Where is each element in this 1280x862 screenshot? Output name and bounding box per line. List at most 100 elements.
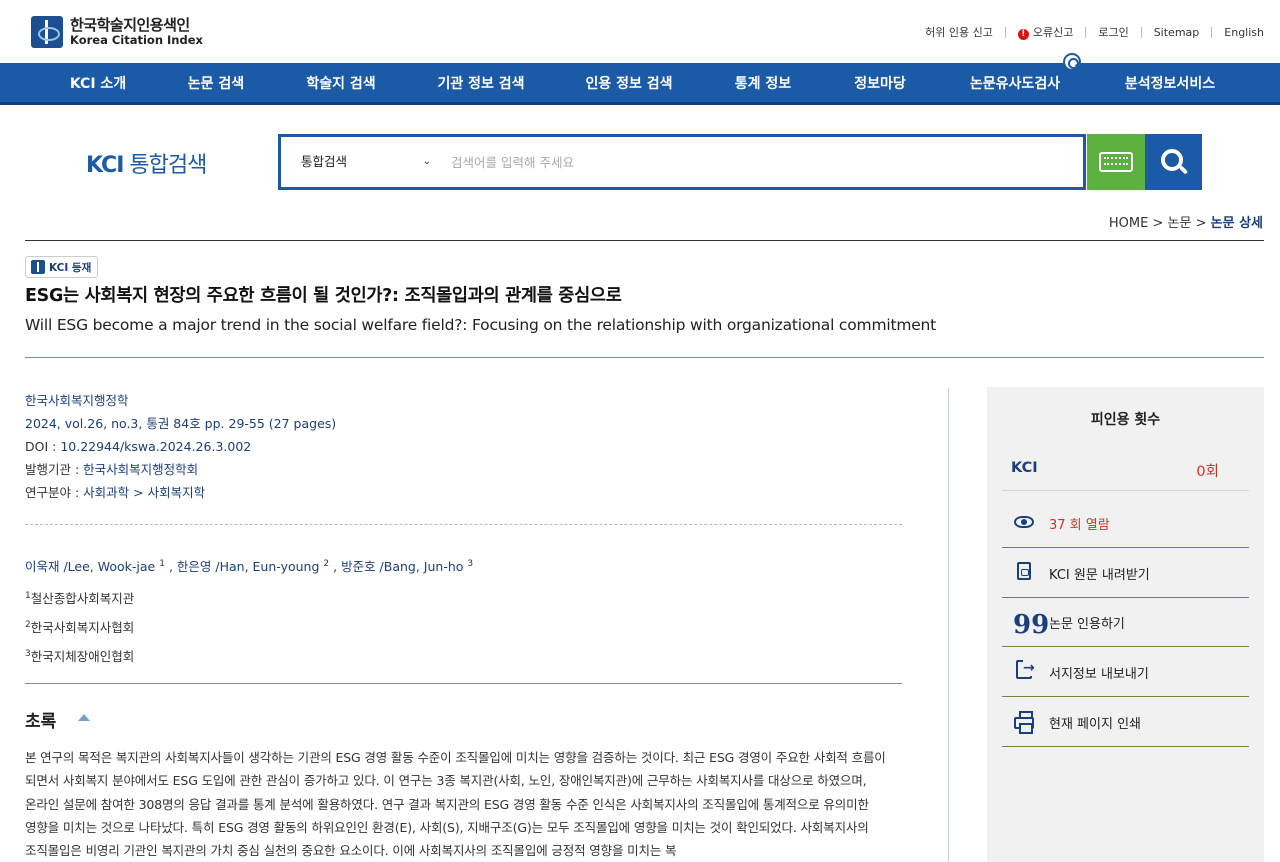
keyboard-icon <box>1099 152 1133 172</box>
error-report-link[interactable]: ! 오류신고 <box>1017 24 1074 40</box>
kci-wordmark: KCI <box>86 153 124 178</box>
download-label: KCI 원문 내려받기 <box>1049 567 1150 583</box>
logo-text: 한국학술지인용색인 Korea Citation Index <box>70 17 203 46</box>
nav-statistics[interactable]: 통계 정보 <box>735 63 791 105</box>
citation-count-heading: 피인용 횟수 <box>1090 412 1161 428</box>
breadcrumb-separator: > <box>1191 216 1211 231</box>
kci-listed-badge: KCI 등재 <box>25 256 99 278</box>
breadcrumb-home[interactable]: HOME <box>1109 216 1148 231</box>
issue-link[interactable]: 2024, vol.26, no.3, 통권 84호 pp. 29-55 (27… <box>25 416 336 431</box>
print-label: 현재 페이지 인쇄 <box>1049 716 1141 732</box>
divider <box>25 240 1264 241</box>
kci-logo-icon <box>31 16 63 48</box>
error-report-label: 오류신고 <box>1032 26 1074 39</box>
search-icon <box>1160 149 1183 171</box>
login-link[interactable]: 로그인 <box>1098 24 1128 40</box>
divider <box>25 524 902 525</box>
divider <box>25 683 902 684</box>
nav-kci-intro[interactable]: KCI 소개 <box>70 63 126 105</box>
utility-links: 허위 인용 신고 ! 오류신고 로그인 Sitemap English <box>925 24 1264 40</box>
alert-icon: ! <box>1017 29 1029 40</box>
main-nav: KCI 소개 논문 검색 학술지 검색 기관 정보 검색 인용 정보 검색 통계… <box>0 53 1280 105</box>
author-name: 이욱재 /Lee, Wook-jae <box>25 559 156 574</box>
search-button[interactable] <box>1145 134 1202 190</box>
quote-glyph: 99 <box>1013 610 1050 640</box>
search-scope-select[interactable]: 통합검색 ⌄ <box>301 137 431 187</box>
author-separator: , <box>168 559 177 574</box>
false-citation-report-link[interactable]: 허위 인용 신고 <box>925 24 993 40</box>
view-count-row: 37 회 열람 <box>1002 499 1249 548</box>
nav-citation-search[interactable]: 인용 정보 검색 <box>585 63 672 105</box>
affiliation-item: 3한국지체장애인협회 <box>25 641 134 670</box>
collapse-caret-icon[interactable] <box>78 714 90 721</box>
abstract-text: 본 연구의 목적은 복지관의 사회복지사들이 생각하는 기관의 ESG 경영 활… <box>25 750 886 859</box>
publisher-link[interactable]: 한국사회복지행정학회 <box>83 462 198 477</box>
field-label: 연구분야 : <box>25 485 84 500</box>
kci-citation-row: KCI 0회 <box>1002 449 1249 491</box>
author-affiliation-number: 2 <box>323 558 330 569</box>
nav-info-plaza[interactable]: 정보마당 <box>854 63 906 105</box>
column-divider <box>948 388 949 862</box>
breadcrumb-section[interactable]: 논문 <box>1168 216 1192 231</box>
kci-citation-count[interactable]: 0회 <box>1196 460 1219 481</box>
author-list: 이욱재 /Lee, Wook-jae 1 , 한은영 /Han, Eun-you… <box>25 556 473 575</box>
quote-icon: 99 <box>1013 612 1049 638</box>
logo-english: Korea Citation Index <box>70 32 203 47</box>
pdf-icon <box>1013 561 1035 585</box>
kci-integrated-search-logo[interactable]: KCI 통합검색 <box>86 147 207 179</box>
print-page-button[interactable]: 현재 페이지 인쇄 <box>1002 698 1249 747</box>
english-link[interactable]: English <box>1224 26 1264 39</box>
abstract-heading: 초록 <box>25 712 57 732</box>
search-input[interactable] <box>451 149 1051 175</box>
cite-article-button[interactable]: 99 논문 인용하기 <box>1002 598 1249 647</box>
sitemap-link[interactable]: Sitemap <box>1154 26 1200 39</box>
affiliation-item: 1철산종합사회복지관 <box>25 583 134 612</box>
cite-label: 논문 인용하기 <box>1049 616 1125 632</box>
affiliation-name: 한국사회복지사협회 <box>30 620 135 636</box>
affiliation-list: 1철산종합사회복지관 2한국사회복지사협회 3한국지체장애인협회 <box>25 583 134 670</box>
nav-article-search[interactable]: 논문 검색 <box>188 63 244 105</box>
author-link[interactable]: 방준호 /Bang, Jun-ho 3 <box>341 559 473 574</box>
nav-institution-search[interactable]: 기관 정보 검색 <box>437 63 524 105</box>
export-label: 서지정보 내보내기 <box>1049 666 1149 682</box>
doi-link[interactable]: 10.22944/kswa.2024.26.3.002 <box>60 439 251 454</box>
divider <box>1211 26 1213 38</box>
author-affiliation-number: 3 <box>467 558 474 569</box>
chevron-down-icon: ⌄ <box>422 156 431 167</box>
download-pdf-button[interactable]: KCI 원문 내려받기 <box>1002 549 1249 598</box>
kci-logo[interactable]: 한국학술지인용색인 Korea Citation Index <box>31 16 203 48</box>
view-count: 37 회 열람 <box>1049 517 1110 533</box>
breadcrumb-separator: > <box>1148 216 1168 231</box>
search-box: 통합검색 ⌄ <box>278 134 1086 190</box>
author-name: 한은영 /Han, Eun-young <box>176 559 320 574</box>
article-title-korean: ESG는 사회복지 현장의 주요한 흐름이 될 것인가?: 조직몰입과의 관계를… <box>25 286 622 306</box>
author-affiliation-number: 1 <box>159 558 165 569</box>
magnifier-icon[interactable] <box>1063 53 1081 71</box>
logo-korean: 한국학술지인용색인 <box>70 16 190 35</box>
field-link[interactable]: 사회과학 > 사회복지학 <box>83 485 205 500</box>
divider <box>1085 26 1087 38</box>
divider <box>1004 26 1006 38</box>
author-name: 방준호 /Bang, Jun-ho <box>341 559 464 574</box>
journal-link[interactable]: 한국사회복지행정학 <box>25 393 129 408</box>
nav-analysis-service[interactable]: 분석정보서비스 <box>1125 63 1215 105</box>
export-bibliography-button[interactable]: 서지정보 내보내기 <box>1002 648 1249 697</box>
author-link[interactable]: 한은영 /Han, Eun-young 2 <box>177 559 329 574</box>
divider <box>1140 26 1142 38</box>
export-icon <box>1013 660 1035 684</box>
nav-similarity-check[interactable]: 논문유사도검사 <box>970 63 1060 105</box>
article-title-english: Will ESG become a major trend in the soc… <box>25 316 937 334</box>
affiliation-name: 한국지체장애인협회 <box>30 649 135 665</box>
author-separator: , <box>333 559 342 574</box>
breadcrumb: HOME > 논문 > 논문 상세 <box>1109 212 1263 231</box>
eye-icon <box>1013 513 1035 533</box>
side-panel: 피인용 횟수 KCI 0회 37 회 열람 KCI 원문 내려받기 99 논문 … <box>987 387 1264 862</box>
integrated-search-wordmark: 통합검색 <box>123 153 207 178</box>
nav-journal-search[interactable]: 학술지 검색 <box>306 63 375 105</box>
author-link[interactable]: 이욱재 /Lee, Wook-jae 1 <box>25 559 165 574</box>
virtual-keyboard-button[interactable] <box>1087 134 1145 190</box>
bibliographic-info: 한국사회복지행정학 2024, vol.26, no.3, 통권 84호 pp.… <box>25 389 336 504</box>
divider <box>25 357 1264 358</box>
breadcrumb-current: 논문 상세 <box>1210 216 1263 231</box>
publisher-label: 발행기관 : <box>25 462 84 477</box>
